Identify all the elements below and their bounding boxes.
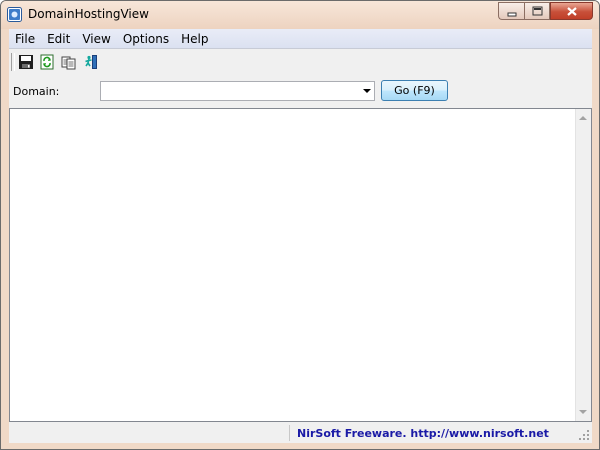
toolbar-grip[interactable] [11, 53, 15, 71]
menu-view[interactable]: View [76, 32, 116, 46]
dropdown-arrow-icon[interactable] [363, 89, 371, 93]
maximize-button[interactable] [524, 2, 550, 20]
app-icon [7, 7, 22, 22]
results-pane[interactable] [9, 108, 592, 422]
refresh-icon [40, 54, 54, 70]
close-icon [567, 7, 577, 16]
minimize-button[interactable] [498, 2, 524, 20]
exit-icon [85, 55, 97, 69]
scroll-down-icon[interactable] [579, 410, 587, 414]
status-panel [9, 425, 290, 441]
menu-edit[interactable]: Edit [41, 32, 76, 46]
menu-file[interactable]: File [9, 32, 41, 46]
minimize-icon [507, 12, 517, 17]
main-window: DomainHostingView File Edit View Options… [0, 0, 600, 450]
menu-bar: File Edit View Options Help [9, 29, 592, 49]
domain-label: Domain: [13, 85, 60, 98]
scroll-up-icon[interactable] [579, 116, 587, 120]
copy-button[interactable] [59, 52, 79, 72]
domain-combobox[interactable] [100, 81, 375, 101]
save-icon [19, 55, 33, 69]
go-button[interactable]: Go (F9) [381, 80, 448, 101]
caption-buttons [498, 2, 593, 20]
menu-help[interactable]: Help [175, 32, 214, 46]
exit-button[interactable] [81, 52, 101, 72]
client-area: Domain: Go (F9) NirSoft Freeware. http:/… [9, 49, 592, 443]
window-title: DomainHostingView [28, 7, 149, 21]
maximize-icon [532, 6, 543, 16]
title-bar[interactable]: DomainHostingView [1, 1, 599, 29]
close-button[interactable] [550, 2, 593, 20]
nirsoft-link[interactable]: NirSoft Freeware. http://www.nirsoft.net [297, 427, 549, 440]
status-bar: NirSoft Freeware. http://www.nirsoft.net [9, 423, 592, 443]
size-grip-icon[interactable] [578, 429, 590, 441]
vertical-scrollbar[interactable] [575, 109, 591, 421]
copy-icon [61, 56, 76, 70]
menu-options[interactable]: Options [117, 32, 175, 46]
save-button[interactable] [16, 52, 36, 72]
refresh-button[interactable] [37, 52, 57, 72]
toolbar [9, 49, 592, 75]
